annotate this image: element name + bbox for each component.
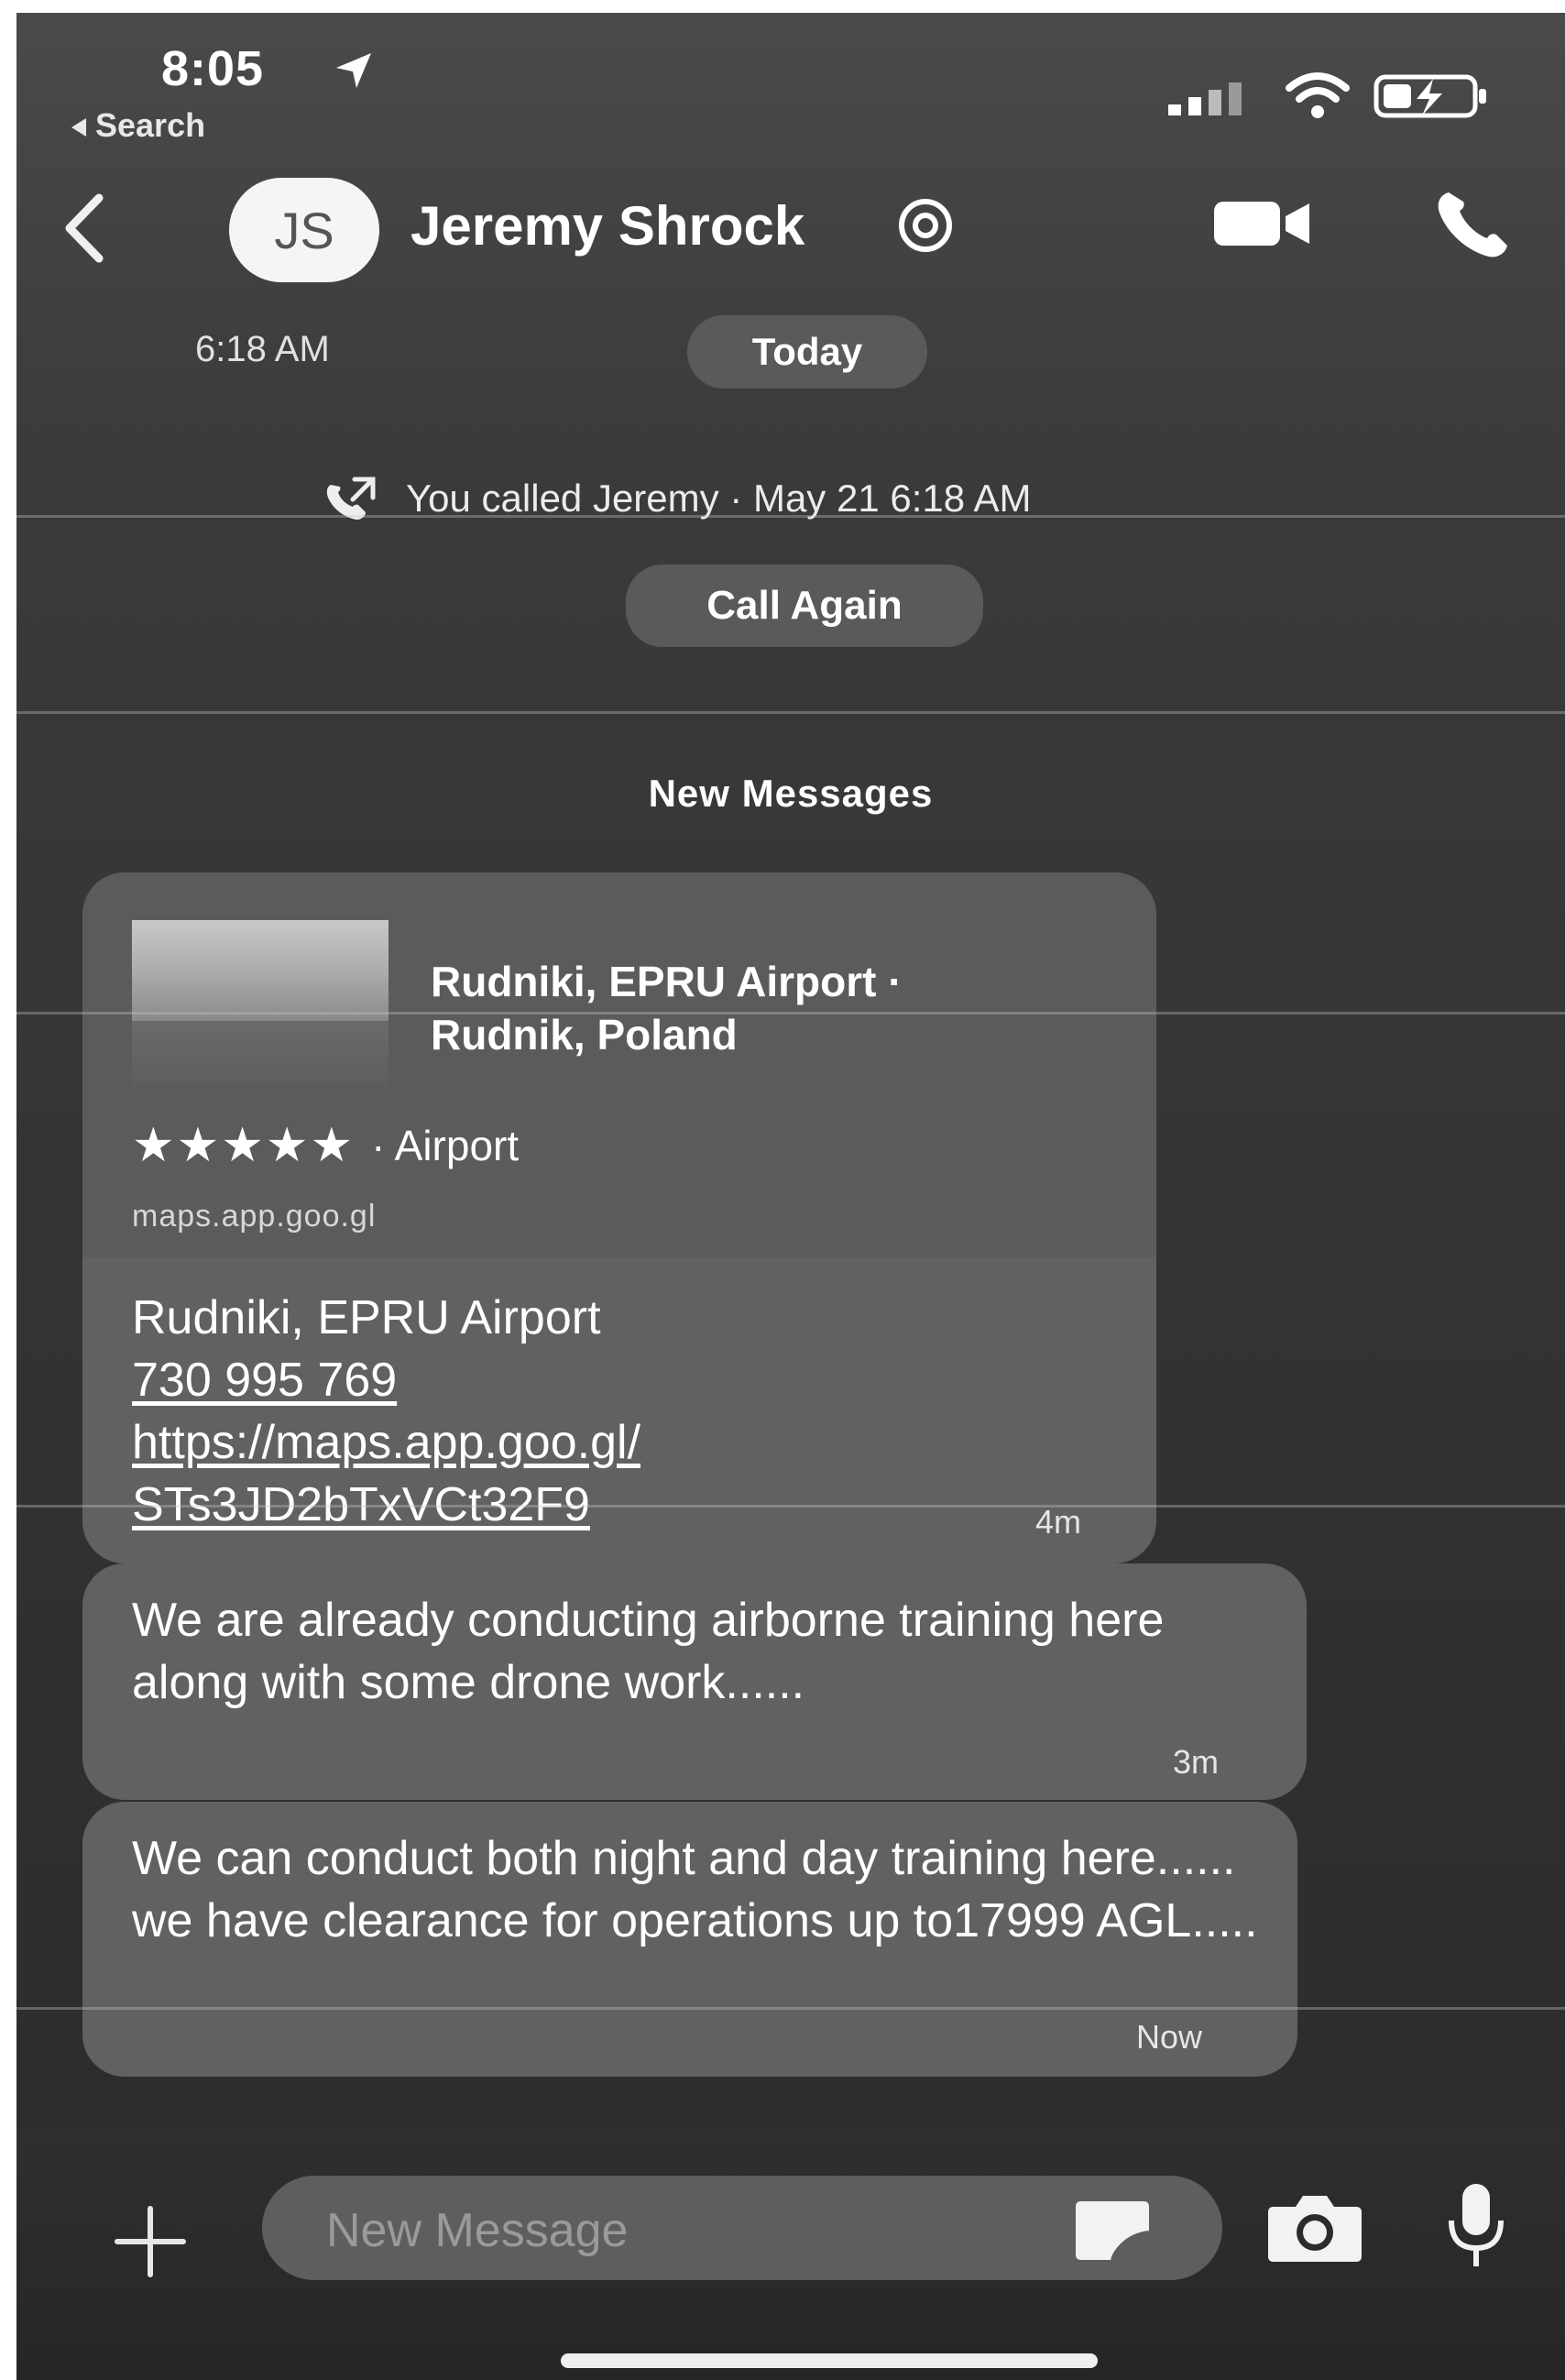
microphone-icon[interactable] [1444,2180,1508,2272]
contact-name[interactable]: Jeremy Shrock [410,194,804,258]
place-rating: ★★★★★ · Airport [132,1118,519,1173]
place-title-line1: Rudniki, EPRU Airport · [431,958,903,1005]
back-triangle-icon [71,118,86,137]
call-log-text: You called Jeremy · May 21 6:18 AM [406,477,1032,520]
message-timestamp: Now [1136,2018,1203,2056]
timestamp-left: 6:18 AM [195,329,330,369]
back-search-label: Search [95,106,206,144]
message-timestamp: 4m [1035,1503,1082,1541]
scan-line [16,515,1565,518]
wifi-icon [1286,72,1350,118]
phone-icon[interactable] [1432,187,1515,260]
link-preview-header[interactable]: Rudniki, EPRU Airport · Rudnik, Poland ★… [82,872,1156,1257]
cellular-signal-icon [1168,82,1242,115]
chevron-left-icon[interactable] [53,187,117,269]
message-text: We are already conducting airborne train… [132,1594,1165,1709]
avatar[interactable]: JS [229,178,379,282]
phone-number-link[interactable]: 730 995 769 [132,1354,397,1407]
scan-line [16,1012,1565,1015]
new-messages-divider: New Messages [648,772,934,815]
message-bubble[interactable]: We can conduct both night and day traini… [82,1802,1297,2077]
plus-icon[interactable] [112,2203,189,2280]
message-bubble[interactable]: We are already conducting airborne train… [82,1563,1307,1800]
link-domain: maps.app.goo.gl [132,1199,377,1234]
battery-charging-icon [1373,74,1486,118]
place-title-line2: Rudnik, Poland [431,1011,738,1058]
message-input[interactable]: New Message [262,2176,1222,2280]
map-thumbnail [132,920,389,1021]
scan-line [16,2007,1565,2010]
home-indicator[interactable] [561,2353,1098,2368]
location-arrow-icon [336,53,371,88]
map-thumbnail-shadow [132,1021,389,1085]
place-title: Rudniki, EPRU Airport · Rudnik, Poland [431,955,1127,1061]
scan-line [16,711,1565,714]
day-separator: Today [687,315,927,389]
message-place-name: Rudniki, EPRU Airport [132,1291,601,1344]
message-input-placeholder: New Message [326,2204,629,2257]
back-to-search[interactable]: Search [71,106,205,145]
scan-line [16,1505,1565,1508]
at-sign-icon [899,199,952,252]
message-timestamp: 3m [1173,1743,1220,1781]
camera-icon[interactable] [1264,2187,1365,2269]
map-url-link-part1[interactable]: https://maps.app.goo.gl/ [132,1416,640,1469]
call-again-button[interactable]: Call Again [626,565,983,647]
status-time: 8:05 [161,41,265,96]
star-rating-icon: ★★★★★ [132,1119,356,1172]
video-camera-icon[interactable] [1212,196,1313,251]
chat-screen: 8:05 Search JS Jeremy Shrock 6:18 AM Tod… [16,13,1565,2380]
link-message-body: Rudniki, EPRU Airport 730 995 769 https:… [132,1287,1103,1536]
place-category: · Airport [371,1122,520,1169]
link-preview-message[interactable]: Rudniki, EPRU Airport · Rudnik, Poland ★… [82,872,1156,1563]
message-text: We can conduct both night and day traini… [132,1832,1258,1947]
sticker-icon[interactable] [1068,2198,1156,2262]
